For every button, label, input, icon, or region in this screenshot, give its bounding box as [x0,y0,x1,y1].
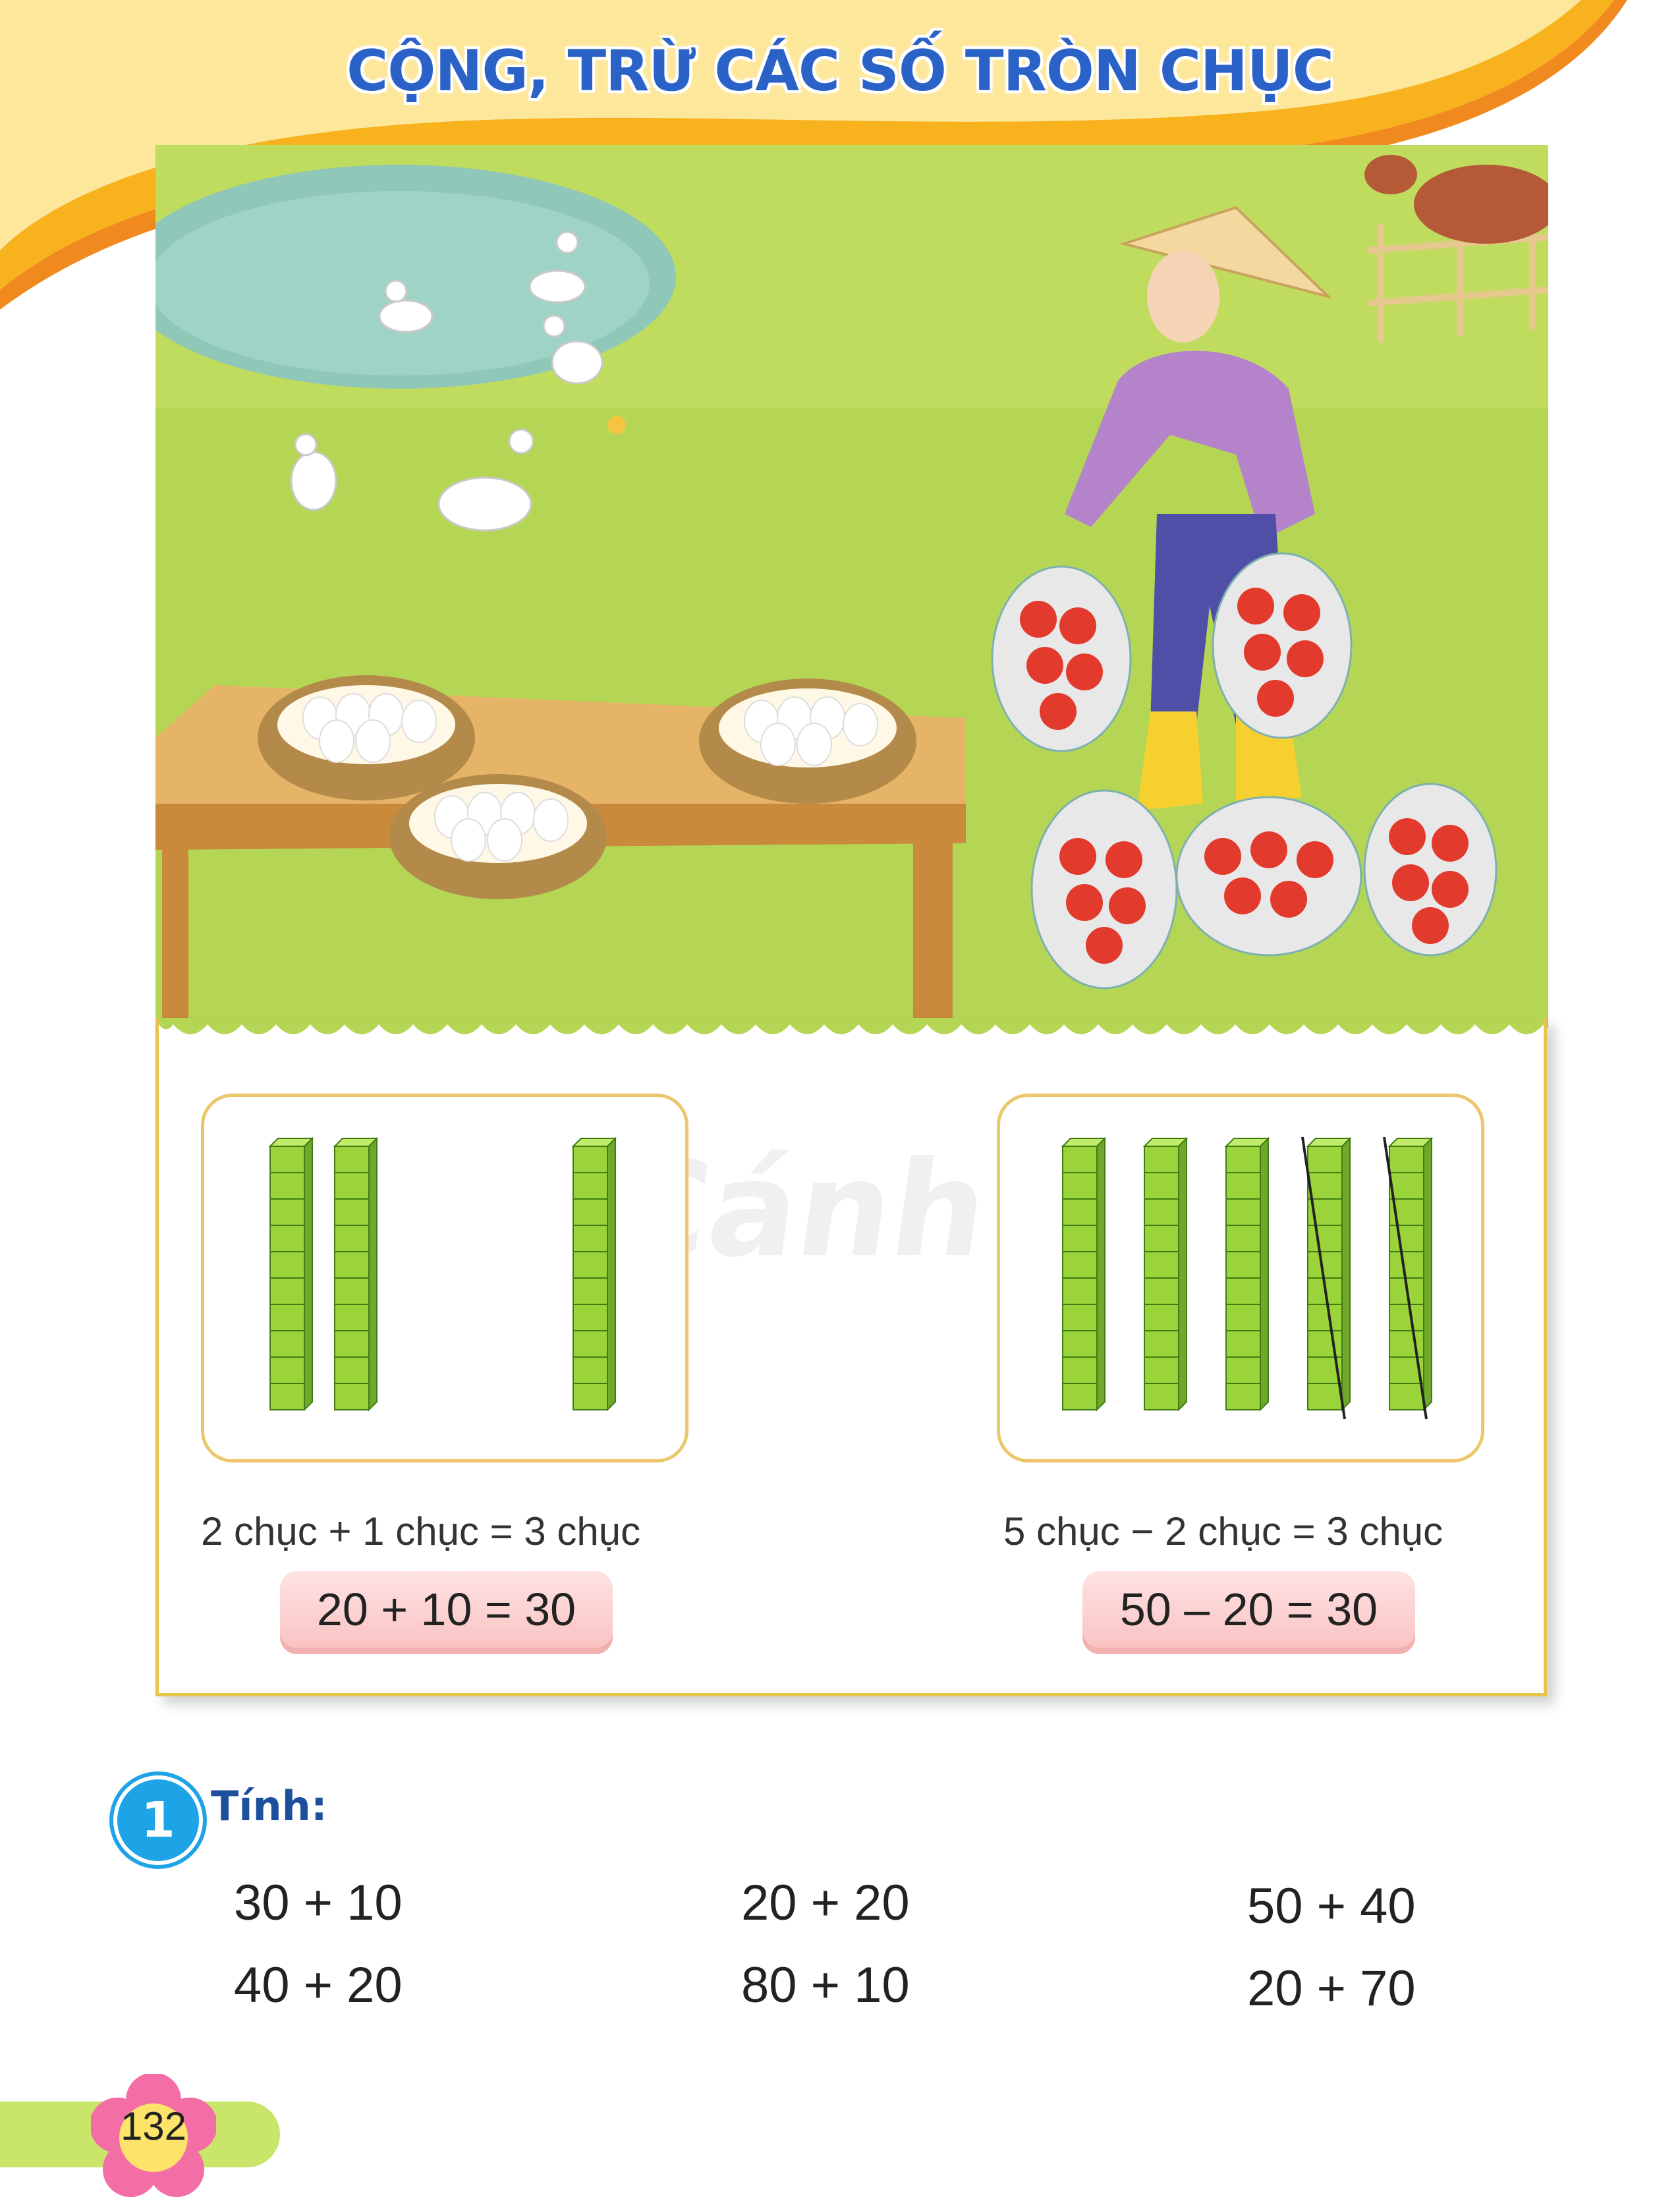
exercise-label: Tính: [211,1782,327,1830]
farm-illustration [155,145,1548,1028]
tens-rod [333,1136,379,1412]
egg-basket [699,679,916,804]
textbook-page: CỘNG, TRỪ CÁC SỐ TRÒN CHỤC Cánh Diều 2 c… [0,0,1680,2197]
tens-rod-crossed-out [1301,1136,1352,1420]
page-number: 132 [120,2104,187,2148]
calc-item: 50 + 40 [1247,1878,1416,1934]
tens-rod [1061,1136,1107,1412]
calc-item: 20 + 70 [1247,1961,1416,2017]
tomato-bag [1363,783,1498,957]
exercise-number-badge: 1 [113,1775,203,1865]
tomato-bag [1212,552,1353,739]
egg-basket [389,774,607,899]
tomato-bag [991,565,1132,752]
rods-box-addition [201,1094,688,1462]
rods-box-subtraction [997,1094,1484,1462]
scalloped-edge [159,1018,1544,1034]
addition-words: 2 chục + 1 chục = 3 chục [201,1509,641,1553]
subtraction-equation: 50 – 20 = 30 [1082,1571,1415,1648]
tens-rod [268,1136,314,1412]
subtraction-words: 5 chục − 2 chục = 3 chục [1003,1509,1443,1553]
tomato-bag [1030,789,1178,989]
calc-item: 20 + 20 [741,1875,910,1931]
tens-rod-crossed-out [1383,1136,1434,1420]
calc-item: 30 + 10 [234,1875,403,1931]
calc-item: 40 + 20 [234,1957,403,2013]
tens-rod [571,1136,617,1412]
tomato-bag [1175,796,1362,957]
tens-rod [1224,1136,1270,1412]
page-title: CỘNG, TRỪ CÁC SỐ TRÒN CHỤC [347,38,1334,104]
egg-basket [258,675,475,800]
calc-item: 80 + 10 [741,1957,910,2013]
tens-rod [1142,1136,1189,1412]
addition-equation: 20 + 10 = 30 [280,1571,613,1648]
